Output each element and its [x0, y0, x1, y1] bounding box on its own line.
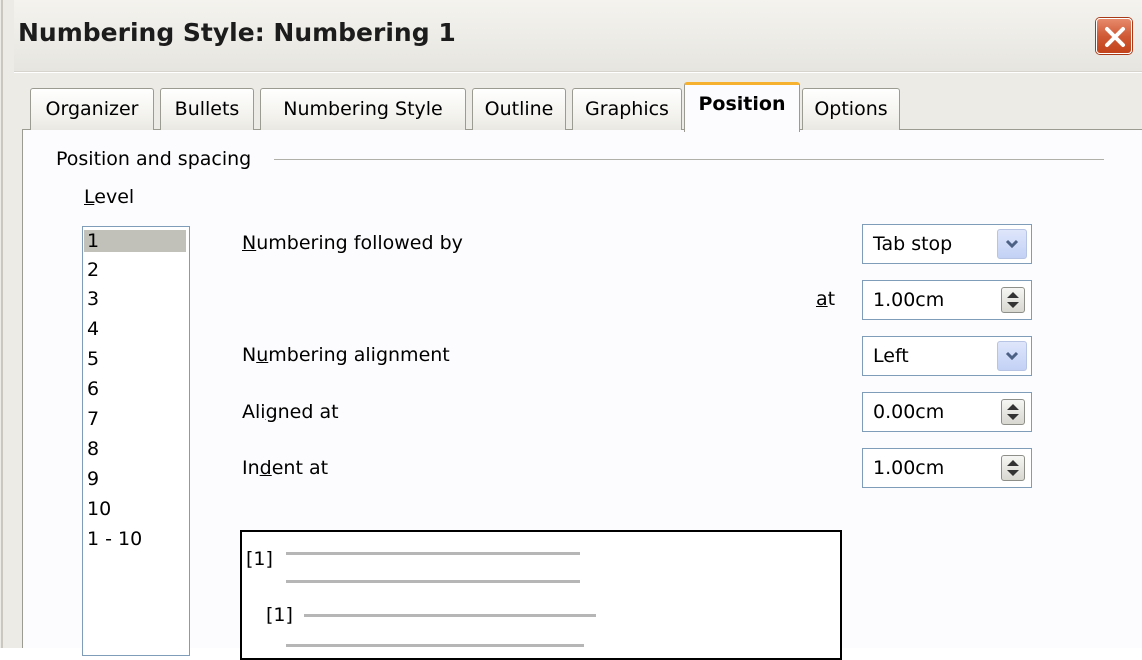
tab-position[interactable]: Position — [684, 82, 800, 132]
level-item[interactable]: 7 — [87, 408, 99, 430]
level-item[interactable]: 9 — [87, 468, 99, 490]
level-item[interactable]: 8 — [87, 438, 99, 460]
spin-button[interactable] — [1001, 455, 1025, 481]
indent-at-label: Indent at — [242, 457, 329, 479]
window-frame — [0, 0, 14, 648]
indent-at-value: 1.00cm — [873, 457, 945, 479]
tab-label: Position — [698, 93, 786, 115]
tab-organizer[interactable]: Organizer — [30, 88, 154, 130]
tab-outline[interactable]: Outline — [472, 88, 566, 130]
tab-label: Outline — [484, 98, 554, 120]
close-button[interactable] — [1096, 18, 1132, 54]
level-item[interactable]: 5 — [87, 348, 99, 370]
level-item[interactable]: 6 — [87, 378, 99, 400]
level-item[interactable]: 1 — [84, 230, 186, 252]
dialog-window: Numbering Style: Numbering 1 Organizer B… — [0, 0, 1142, 660]
numbering-alignment-value: Left — [873, 345, 909, 367]
level-item[interactable]: 3 — [87, 288, 99, 310]
numbering-alignment-label: Numbering alignment — [242, 344, 450, 366]
tab-bullets[interactable]: Bullets — [160, 88, 254, 130]
section-title: Position and spacing — [56, 148, 252, 170]
numbering-followed-by-value: Tab stop — [873, 233, 953, 255]
dropdown-button[interactable] — [997, 341, 1027, 371]
preview-marker: [1] — [246, 548, 273, 570]
chevron-down-icon — [1005, 351, 1019, 361]
level-item[interactable]: 2 — [87, 259, 99, 281]
close-icon — [1105, 27, 1125, 47]
preview-line — [286, 552, 580, 555]
tab-label: Organizer — [45, 98, 139, 120]
at-spinbox[interactable]: 1.00cm — [862, 280, 1032, 320]
tab-label: Options — [814, 98, 888, 120]
indent-at-spinbox[interactable]: 1.00cm — [862, 448, 1032, 488]
spin-arrows-icon — [1007, 460, 1019, 476]
numbering-alignment-select[interactable]: Left — [862, 336, 1032, 376]
at-label: at — [816, 288, 836, 310]
level-item[interactable]: 10 — [87, 498, 111, 520]
dropdown-button[interactable] — [997, 229, 1027, 259]
preview-marker: [1] — [266, 604, 293, 626]
tab-numbering-style[interactable]: Numbering Style — [260, 88, 466, 130]
spin-arrows-icon — [1007, 404, 1019, 420]
section-divider — [274, 159, 1104, 160]
preview-box: [1] [1] — [240, 530, 842, 660]
preview-line — [286, 580, 580, 583]
level-item[interactable]: 1 - 10 — [87, 528, 142, 550]
level-item[interactable]: 4 — [87, 318, 99, 340]
preview-line — [286, 644, 584, 647]
aligned-at-value: 0.00cm — [873, 401, 945, 423]
spin-button[interactable] — [1001, 287, 1025, 313]
window-title: Numbering Style: Numbering 1 — [18, 18, 456, 47]
title-bar[interactable]: Numbering Style: Numbering 1 — [0, 0, 1142, 72]
level-label: Level — [84, 186, 135, 208]
tab-label: Numbering Style — [283, 98, 443, 120]
tab-graphics[interactable]: Graphics — [572, 88, 682, 130]
tab-label: Graphics — [585, 98, 669, 120]
spin-button[interactable] — [1001, 399, 1025, 425]
numbering-followed-by-select[interactable]: Tab stop — [862, 224, 1032, 264]
chevron-down-icon — [1005, 239, 1019, 249]
preview-line — [304, 614, 596, 617]
aligned-at-spinbox[interactable]: 0.00cm — [862, 392, 1032, 432]
level-listbox[interactable]: 1 2 3 4 5 6 7 8 9 10 1 - 10 — [82, 226, 190, 656]
tab-label: Bullets — [174, 98, 240, 120]
spin-arrows-icon — [1007, 292, 1019, 308]
tab-options[interactable]: Options — [802, 88, 900, 130]
at-value: 1.00cm — [873, 289, 945, 311]
numbering-followed-by-label: Numbering followed by — [242, 232, 463, 254]
aligned-at-label: Aligned at — [242, 401, 339, 423]
